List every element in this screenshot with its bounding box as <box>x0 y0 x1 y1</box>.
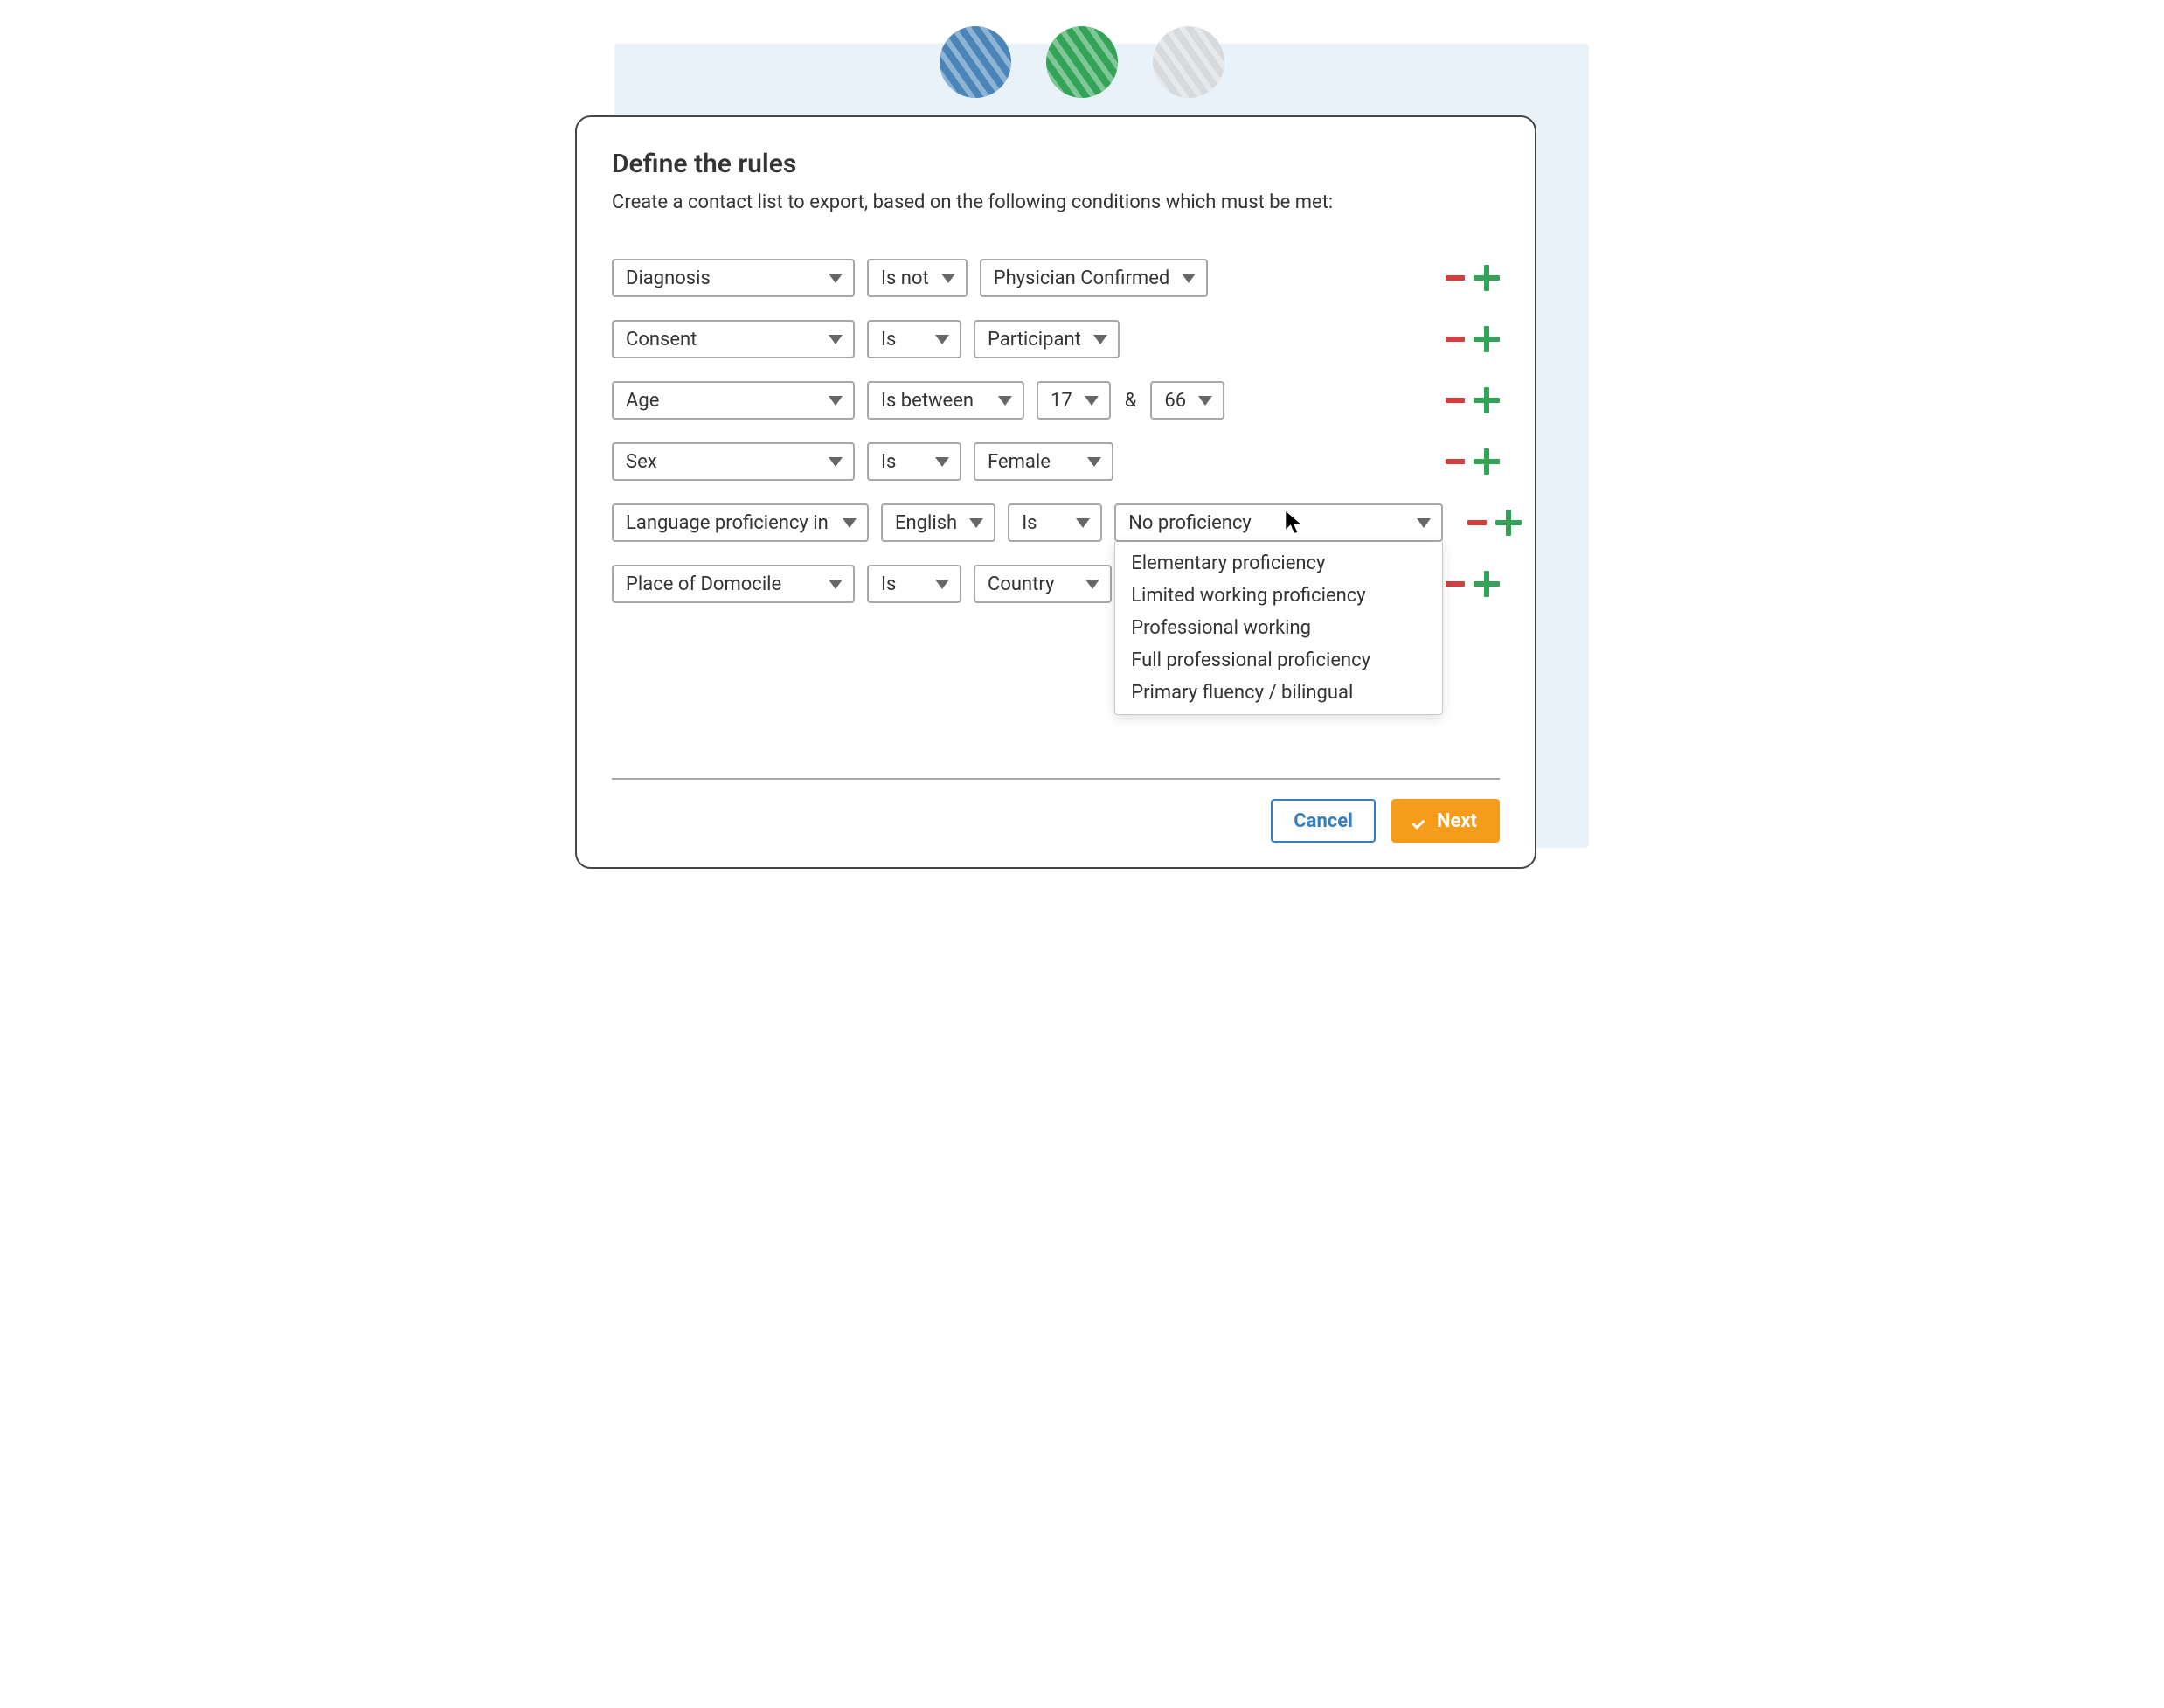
field-select-label: Consent <box>626 329 697 351</box>
step-circle-2 <box>1046 26 1118 98</box>
value-select[interactable]: Country <box>974 565 1112 603</box>
operator-select[interactable]: Is between <box>867 381 1024 420</box>
remove-rule-button[interactable] <box>1446 581 1465 587</box>
chevron-down-icon <box>969 518 983 528</box>
chevron-down-icon <box>935 335 949 344</box>
rule-row: Consent Is Participant <box>612 320 1500 358</box>
operator-select[interactable]: Is <box>867 320 961 358</box>
value-select-label: Participant <box>988 329 1081 351</box>
chevron-down-icon <box>1085 580 1099 589</box>
remove-rule-button[interactable] <box>1446 398 1465 403</box>
value-select-label: Country <box>988 573 1054 595</box>
dropdown-option[interactable]: Limited working proficiency <box>1115 580 1442 612</box>
chevron-down-icon <box>935 580 949 589</box>
step-indicator-row <box>575 26 1589 98</box>
add-rule-button[interactable] <box>1495 510 1522 536</box>
range-joiner: & <box>1123 390 1139 412</box>
remove-rule-button[interactable] <box>1446 337 1465 342</box>
step-circle-1 <box>940 26 1011 98</box>
field-select[interactable]: Place of Domocile <box>612 565 855 603</box>
operator-select[interactable]: Is <box>1008 503 1102 542</box>
operator-select-label: Is <box>1022 512 1037 534</box>
operator-select[interactable]: Is <box>867 565 961 603</box>
chevron-down-icon <box>843 518 857 528</box>
field-select-label: Place of Domocile <box>626 573 781 595</box>
chevron-down-icon <box>941 274 955 283</box>
remove-rule-button[interactable] <box>1467 520 1487 525</box>
chevron-down-icon <box>1198 396 1212 406</box>
add-rule-button[interactable] <box>1474 448 1500 475</box>
page-subtitle: Create a contact list to export, based o… <box>612 191 1500 213</box>
operator-select[interactable]: Is <box>867 442 961 481</box>
language-select[interactable]: English <box>881 503 995 542</box>
operator-select-label: Is not <box>881 267 929 289</box>
chevron-down-icon <box>935 457 949 467</box>
cancel-button-label: Cancel <box>1294 810 1353 832</box>
value-from-label: 17 <box>1051 390 1072 412</box>
add-rule-button[interactable] <box>1474 571 1500 597</box>
rule-row: Age Is between 17 & 66 <box>612 381 1500 420</box>
chevron-down-icon <box>829 457 843 467</box>
field-select[interactable]: Consent <box>612 320 855 358</box>
footer-row: Cancel Next <box>612 799 1500 843</box>
value-to-label: 66 <box>1164 390 1186 412</box>
dropdown-option[interactable]: Primary fluency / bilingual <box>1115 677 1442 709</box>
remove-rule-button[interactable] <box>1446 459 1465 464</box>
rule-row: Diagnosis Is not Physician Confirmed <box>612 259 1500 297</box>
value-select[interactable]: Physician Confirmed <box>980 259 1209 297</box>
value-select[interactable]: No proficiency <box>1114 503 1443 542</box>
value-select[interactable]: Participant <box>974 320 1120 358</box>
chevron-down-icon <box>1417 518 1431 528</box>
dropdown-options-panel: Elementary proficiency Limited working p… <box>1114 542 1443 715</box>
operator-select-label: Is between <box>881 390 974 412</box>
cancel-button[interactable]: Cancel <box>1271 799 1376 843</box>
add-rule-button[interactable] <box>1474 387 1500 413</box>
chevron-down-icon <box>829 396 843 406</box>
value-from-select[interactable]: 17 <box>1037 381 1111 420</box>
value-select[interactable]: Female <box>974 442 1113 481</box>
field-select-label: Sex <box>626 451 657 473</box>
chevron-down-icon <box>998 396 1012 406</box>
add-rule-button[interactable] <box>1474 265 1500 291</box>
field-select-label: Age <box>626 390 659 412</box>
chevron-down-icon <box>1093 335 1107 344</box>
value-select-label: Female <box>988 451 1051 473</box>
check-icon <box>1414 815 1430 827</box>
field-select-label: Language proficiency in <box>626 512 829 534</box>
operator-select-label: Is <box>881 451 896 473</box>
chevron-down-icon <box>1087 457 1101 467</box>
chevron-down-icon <box>829 274 843 283</box>
chevron-down-icon <box>1182 274 1196 283</box>
field-select[interactable]: Age <box>612 381 855 420</box>
rule-row: Sex Is Female <box>612 442 1500 481</box>
field-select[interactable]: Sex <box>612 442 855 481</box>
page-title: Define the rules <box>612 149 1500 179</box>
rule-row: Language proficiency in English Is No pr… <box>612 503 1500 542</box>
next-button-label: Next <box>1437 810 1477 832</box>
dropdown-option[interactable]: Professional working <box>1115 612 1442 644</box>
rules-modal: Define the rules Create a contact list t… <box>575 115 1536 869</box>
chevron-down-icon <box>1076 518 1090 528</box>
operator-select-label: Is <box>881 329 896 351</box>
dropdown-option[interactable]: Full professional proficiency <box>1115 644 1442 677</box>
field-select[interactable]: Language proficiency in <box>612 503 869 542</box>
dropdown-option[interactable]: Elementary proficiency <box>1115 547 1442 580</box>
value-select-label: Physician Confirmed <box>994 267 1170 289</box>
language-select-label: English <box>895 512 957 534</box>
field-select-label: Diagnosis <box>626 267 711 289</box>
step-circle-3 <box>1153 26 1224 98</box>
value-select-label: No proficiency <box>1128 512 1252 534</box>
chevron-down-icon <box>829 580 843 589</box>
field-select[interactable]: Diagnosis <box>612 259 855 297</box>
remove-rule-button[interactable] <box>1446 275 1465 281</box>
value-to-select[interactable]: 66 <box>1150 381 1224 420</box>
chevron-down-icon <box>829 335 843 344</box>
operator-select[interactable]: Is not <box>867 259 968 297</box>
add-rule-button[interactable] <box>1474 326 1500 352</box>
footer-separator <box>612 778 1500 780</box>
rules-area: Diagnosis Is not Physician Confirmed <box>612 259 1500 603</box>
chevron-down-icon <box>1085 396 1099 406</box>
next-button[interactable]: Next <box>1391 799 1500 843</box>
operator-select-label: Is <box>881 573 896 595</box>
